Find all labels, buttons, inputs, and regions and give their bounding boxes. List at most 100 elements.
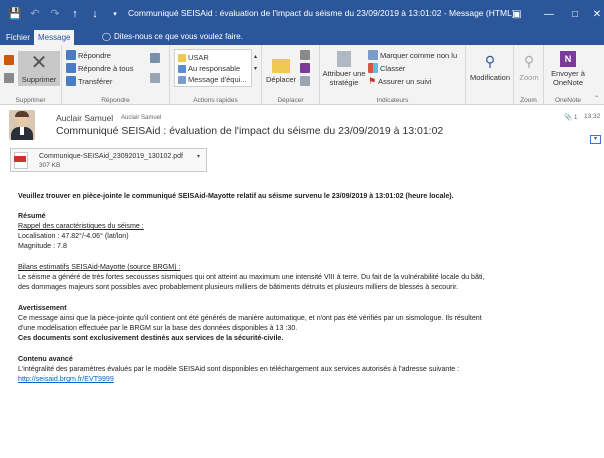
reply-button[interactable]: Répondre: [66, 50, 111, 60]
group-quick-steps: USAR Au responsable Message d'équi... ▴ …: [170, 45, 262, 105]
forward-button[interactable]: Transférer: [66, 76, 112, 86]
body-contenu-title: Contenu avancé: [18, 355, 73, 363]
categorize-button[interactable]: Classer: [368, 63, 405, 73]
move-button[interactable]: Déplacer: [264, 59, 298, 84]
group-edit: ⚲ Modification: [466, 45, 514, 105]
body-avert-line1: Ce message ainsi que la pièce-jointe qu'…: [18, 314, 482, 322]
search-icon: ⚲: [484, 53, 496, 69]
cleanup-icon[interactable]: [4, 73, 14, 83]
message-subject: Communiqué SEISAid : évaluation de l'imp…: [56, 125, 444, 137]
policy-icon: [337, 51, 351, 67]
zoom-icon: ⚲: [523, 53, 535, 69]
body-link[interactable]: http://seisaid.brgm.fr/EVT9999: [18, 374, 114, 385]
quick-access-toolbar: 💾 ↶ ↷ ↑ ↓ ▾: [0, 8, 122, 20]
delete-button[interactable]: ✕ Supprimer: [18, 51, 60, 86]
manager-icon: [178, 64, 186, 73]
close-button[interactable]: ✕: [582, 0, 604, 28]
quick-step-manager[interactable]: Au responsable: [178, 64, 240, 73]
quick-steps-scroll-up[interactable]: ▴: [254, 53, 257, 60]
move-folder-icon: [272, 59, 290, 73]
team-email-icon: [178, 75, 186, 84]
quick-step-usar[interactable]: USAR: [178, 53, 209, 62]
group-move: Déplacer Déplacer: [262, 45, 320, 105]
body-bilans-title: Bilans estimatifs SEISAid-Mayotte (sourc…: [18, 263, 181, 271]
title-bar: 💾 ↶ ↷ ↑ ↓ ▾ Communiqué SEISAid : évaluat…: [0, 0, 604, 28]
folder-icon: [178, 53, 186, 62]
ribbon: ✕ Supprimer Supprimer Répondre Répondre …: [0, 45, 604, 105]
ribbon-display-icon[interactable]: ▣: [502, 0, 532, 28]
flag-icon: ⚑: [368, 76, 377, 86]
body-bilans-line1: Le séisme a généré de très fortes secous…: [18, 273, 485, 281]
assign-policy-button[interactable]: Attribuer une stratégie: [322, 51, 366, 87]
undo-icon[interactable]: ↶: [28, 8, 42, 20]
tell-me-box[interactable]: ◯ Dites-nous ce que vous voulez faire.: [102, 30, 243, 43]
group-respond: Répondre Répondre à tous Transférer Répo…: [62, 45, 170, 105]
tell-me-text: Dites-nous ce que vous voulez faire.: [113, 32, 243, 41]
envelope-icon: [368, 50, 378, 60]
quick-step-team[interactable]: Message d'équi...: [178, 75, 247, 84]
expand-header-button[interactable]: ▾: [590, 135, 601, 144]
group-quick-label: Actions rapides: [193, 97, 238, 104]
group-delete-label: Supprimer: [15, 97, 46, 104]
up-arrow-icon[interactable]: ↑: [68, 8, 82, 20]
attachment-dropdown-icon[interactable]: ▾: [197, 153, 200, 160]
forward-icon: [66, 76, 76, 86]
body-contenu-line: L'intégralité des paramètres évalués par…: [18, 365, 460, 373]
body-avert-bold: Ces documents sont exclusivement destiné…: [18, 334, 284, 342]
group-tags: Attribuer une stratégie Marquer comme no…: [320, 45, 466, 105]
group-tags-label: Indicateurs: [376, 97, 409, 104]
group-zoom: ⚲ Zoom Zoom: [514, 45, 544, 105]
onenote-icon: N: [560, 51, 576, 67]
onenote-small-icon[interactable]: [300, 63, 310, 73]
body-resume-title: Résumé: [18, 212, 46, 220]
group-onenote-label: OneNote: [554, 97, 582, 104]
reply-icon: [66, 50, 76, 60]
body-localisation: Localisation : 47.82°/-4.06° (lat/lon): [18, 232, 129, 240]
more-respond-icon[interactable]: [150, 73, 160, 83]
quick-steps-gallery: USAR Au responsable Message d'équi...: [174, 49, 252, 87]
group-move-label: Déplacer: [277, 97, 304, 104]
avatar: [9, 110, 35, 140]
window-title: Communiqué SEISAid : évaluation de l'imp…: [128, 8, 515, 18]
body-rappel-title: Rappel des caractéristiques du séisme :: [18, 222, 144, 230]
attachment-item[interactable]: Communique-SEISAid_23092019_130102.pdf 3…: [10, 148, 207, 172]
body-intro: Veuillez trouver en pièce-jointe le comm…: [18, 192, 454, 200]
body-avert-title: Avertissement: [18, 304, 67, 312]
edit-button[interactable]: ⚲ Modification: [468, 51, 512, 82]
group-zoom-label: Zoom: [520, 97, 537, 104]
actions-icon[interactable]: [300, 76, 310, 86]
reply-all-icon: [66, 63, 76, 73]
attachment-name: Communique-SEISAid_23092019_130102.pdf: [39, 153, 183, 160]
paperclip-icon: 📎: [564, 114, 573, 121]
send-to-onenote-button[interactable]: N Envoyer à OneNote: [546, 51, 590, 87]
group-onenote: N Envoyer à OneNote OneNote: [544, 45, 592, 105]
rules-icon[interactable]: [300, 50, 310, 60]
tab-message[interactable]: Message: [34, 30, 75, 45]
ribbon-tabs: Fichier Message ◯ Dites-nous ce que vous…: [0, 28, 604, 45]
meeting-icon[interactable]: [150, 53, 160, 63]
delete-x-icon: ✕: [30, 52, 48, 74]
down-arrow-icon[interactable]: ↓: [88, 8, 102, 20]
zoom-button[interactable]: ⚲ Zoom: [515, 51, 543, 82]
body-bilans-line2: des dommages majeurs sont possibles avec…: [18, 283, 459, 291]
sender-name[interactable]: Auclair Samuel: [56, 113, 113, 123]
pdf-icon: [14, 152, 28, 169]
body-magnitude: Magnitude : 7.8: [18, 242, 67, 250]
lightbulb-icon: ◯: [102, 32, 111, 41]
quick-steps-scroll-down[interactable]: ▾: [254, 65, 257, 72]
ignore-icon[interactable]: [4, 55, 14, 65]
group-delete: ✕ Supprimer Supprimer: [0, 45, 62, 105]
recipient-name[interactable]: Auclair Samuel: [121, 115, 161, 121]
redo-icon[interactable]: ↷: [48, 8, 62, 20]
group-respond-label: Répondre: [101, 97, 130, 104]
customize-qat-icon[interactable]: ▾: [108, 11, 122, 18]
save-icon[interactable]: 💾: [8, 8, 22, 20]
reply-all-button[interactable]: Répondre à tous: [66, 63, 133, 73]
body-avert-line2: d'une modélisation effectuée par le BRGM…: [18, 324, 298, 332]
attachment-size: 307 KB: [39, 162, 61, 169]
message-time: 13:32: [584, 113, 601, 120]
tab-fichier[interactable]: Fichier: [2, 30, 34, 45]
follow-up-button[interactable]: ⚑ Assurer un suivi: [368, 76, 431, 87]
collapse-ribbon-icon[interactable]: ⌃: [594, 95, 599, 102]
mark-unread-button[interactable]: Marquer comme non lu: [368, 50, 457, 60]
